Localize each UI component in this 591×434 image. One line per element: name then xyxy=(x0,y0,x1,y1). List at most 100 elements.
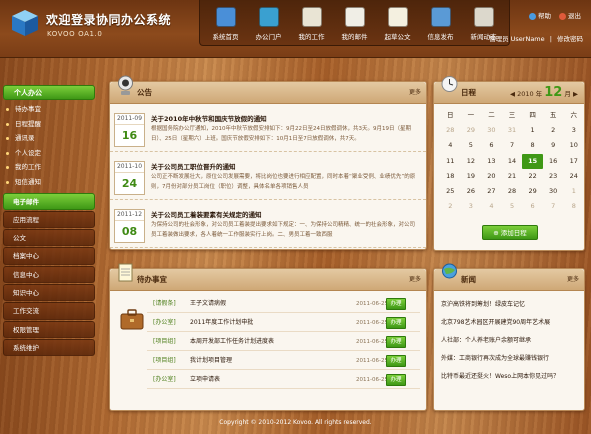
calendar-day[interactable]: 1 xyxy=(522,123,543,138)
todo-handle-button[interactable]: 办理 xyxy=(386,298,406,310)
calendar-day[interactable]: 5 xyxy=(461,138,482,153)
calendar-day[interactable]: 8 xyxy=(563,199,584,214)
calendar-day[interactable]: 13 xyxy=(481,154,502,169)
notice-date: 2011-09 16 xyxy=(114,113,145,147)
todo-handle-button[interactable]: 办理 xyxy=(386,355,406,367)
sidebar-item-2[interactable]: 公文 xyxy=(3,229,95,247)
calendar-day[interactable]: 6 xyxy=(522,199,543,214)
notice-item-title[interactable]: 关于公司员工着装要素有关规定的通知 xyxy=(151,209,262,219)
calendar-day[interactable]: 23 xyxy=(543,169,564,184)
todo-date: 2011-06-25 xyxy=(356,320,388,326)
add-schedule-button[interactable]: ⊕ 添加日程 xyxy=(482,225,538,240)
calendar-day[interactable]: 1 xyxy=(563,184,584,199)
sidebar-item-4[interactable]: 信息中心 xyxy=(3,265,95,284)
calendar-day[interactable]: 12 xyxy=(461,154,482,169)
change-password-link[interactable]: 修改密码 xyxy=(557,35,583,43)
calendar-day[interactable]: 7 xyxy=(543,199,564,214)
calendar-day[interactable]: 19 xyxy=(461,169,482,184)
calendar-day[interactable]: 2 xyxy=(543,123,564,138)
calendar-day[interactable]: 6 xyxy=(481,138,502,153)
sidebar-item-7[interactable]: 权限管理 xyxy=(3,320,95,338)
calendar-day[interactable]: 10 xyxy=(563,138,584,153)
notice-more-link[interactable]: 更多 xyxy=(409,82,421,104)
nav-item-1[interactable]: 办公门户 xyxy=(247,0,290,46)
sidebar-item-5[interactable]: 知识中心 xyxy=(3,284,95,302)
calendar-day[interactable]: 30 xyxy=(543,184,564,199)
calendar-day[interactable]: 30 xyxy=(481,123,502,138)
nav-item-4[interactable]: 起草公文 xyxy=(376,0,419,46)
calendar-day[interactable]: 29 xyxy=(522,184,543,199)
sidebar-subitem-2[interactable]: 通讯录 xyxy=(3,131,95,146)
sidebar-item-3[interactable]: 档案中心 xyxy=(3,247,95,265)
sidebar-group-personal[interactable]: 个人办公 xyxy=(3,85,95,100)
calendar-day[interactable]: 26 xyxy=(461,184,482,199)
nav-item-2[interactable]: 我的工作 xyxy=(290,0,333,46)
calendar-day[interactable]: 11 xyxy=(440,154,461,169)
todo-item-title[interactable]: 我计划项目管理 xyxy=(190,352,232,370)
calendar-day[interactable]: 24 xyxy=(563,169,584,184)
calendar-day[interactable]: 16 xyxy=(543,154,564,169)
sidebar-item-6[interactable]: 工作交流 xyxy=(3,302,95,320)
sidebar-item-1[interactable]: 应用流程 xyxy=(3,210,95,229)
todo-more-link[interactable]: 更多 xyxy=(409,269,421,291)
todo-item-title[interactable]: 立项申请表 xyxy=(190,371,220,389)
sidebar-subitem-5[interactable]: 短信通知 xyxy=(3,175,95,190)
calendar-day[interactable]: 29 xyxy=(461,123,482,138)
calendar-day[interactable]: 27 xyxy=(481,184,502,199)
sidebar-subitem-1[interactable]: 日程提醒 xyxy=(3,117,95,132)
nav-item-0[interactable]: 系统首页 xyxy=(204,0,247,46)
news-item[interactable]: 北京798艺术园区开展建党90周年艺术展 xyxy=(441,315,580,331)
sidebar-item-8[interactable]: 系统维护 xyxy=(3,338,95,357)
calendar-day[interactable]: 8 xyxy=(522,138,543,153)
next-month-button[interactable]: ▶ xyxy=(573,90,578,98)
sidebar-subitem-0[interactable]: 待办事宜 xyxy=(3,102,95,117)
calendar-day[interactable]: 2 xyxy=(440,199,461,214)
calendar-day[interactable]: 28 xyxy=(440,123,461,138)
calendar-day[interactable]: 4 xyxy=(481,199,502,214)
calendar-day[interactable]: 28 xyxy=(502,184,523,199)
calendar-day[interactable]: 18 xyxy=(440,169,461,184)
todo-title: 待办事宜 xyxy=(137,275,167,284)
notice-date-ym: 2011-10 xyxy=(115,162,144,173)
calendar-day[interactable]: 21 xyxy=(502,169,523,184)
calendar-day[interactable]: 4 xyxy=(440,138,461,153)
todo-item-title[interactable]: 本周开发部工作任务计划进度表 xyxy=(190,333,274,351)
phone-icon xyxy=(430,7,451,27)
sidebar: 个人办公 待办事宜 日程提醒 通讯录 个人设定 我的工作 短信通知 电子邮件 应用流程 公文档… xyxy=(3,85,95,357)
nav-item-5[interactable]: 信息发布 xyxy=(419,0,462,46)
sidebar-item-0[interactable]: 电子邮件 xyxy=(3,192,95,210)
help-link[interactable]: 帮助 xyxy=(529,10,551,20)
webcam-icon xyxy=(118,75,133,95)
todo-handle-button[interactable]: 办理 xyxy=(386,336,406,348)
calendar-day[interactable]: 25 xyxy=(440,184,461,199)
calendar-day[interactable]: 31 xyxy=(502,123,523,138)
news-item[interactable]: 京沪高铁将到筹划！绿皮车记忆 xyxy=(441,297,580,313)
calendar-day[interactable]: 9 xyxy=(543,138,564,153)
exit-link[interactable]: 退出 xyxy=(559,10,581,20)
news-more-link[interactable]: 更多 xyxy=(567,269,579,291)
calendar-day[interactable]: 3 xyxy=(461,199,482,214)
sidebar-subitem-3[interactable]: 个人设定 xyxy=(3,146,95,161)
notice-item-title[interactable]: 关于2010年中秋节和国庆节放假的通知 xyxy=(151,113,267,123)
calendar-day[interactable]: 7 xyxy=(502,138,523,153)
news-item[interactable]: 外媒：工商银行再次成为全球最赚钱银行 xyxy=(441,351,580,367)
nav-item-3[interactable]: 我的邮件 xyxy=(333,0,376,46)
calendar-weekday-row: 日一二三四五六 xyxy=(440,108,584,123)
calendar-day[interactable]: 5 xyxy=(502,199,523,214)
calendar-day-today[interactable]: 15 xyxy=(522,153,543,169)
prev-month-button[interactable]: ◀ xyxy=(510,90,515,98)
todo-handle-button[interactable]: 办理 xyxy=(386,317,406,329)
calendar-day[interactable]: 22 xyxy=(522,169,543,184)
calendar-day[interactable]: 17 xyxy=(563,154,584,169)
todo-item-title[interactable]: 王子文请病假 xyxy=(190,295,226,313)
calendar-day[interactable]: 3 xyxy=(563,123,584,138)
notice-panel: 公告 更多 2011-09 16 关于2010年中秋节和国庆节放假的通知 根据国务院办… xyxy=(109,75,427,250)
news-item[interactable]: 比特币最近还挺火！Weso上网本你见过吗？ xyxy=(441,369,580,385)
news-item[interactable]: 人社部：个人养老账户余额可继承 xyxy=(441,333,580,349)
calendar-day[interactable]: 14 xyxy=(502,154,523,169)
sidebar-subitem-4[interactable]: 我的工作 xyxy=(3,160,95,175)
calendar-day[interactable]: 20 xyxy=(481,169,502,184)
todo-item-title[interactable]: 2011年度工作计划申批 xyxy=(190,314,253,332)
todo-handle-button[interactable]: 办理 xyxy=(386,374,406,386)
notice-item-title[interactable]: 关于公司员工职位晋升的通知 xyxy=(151,161,236,171)
